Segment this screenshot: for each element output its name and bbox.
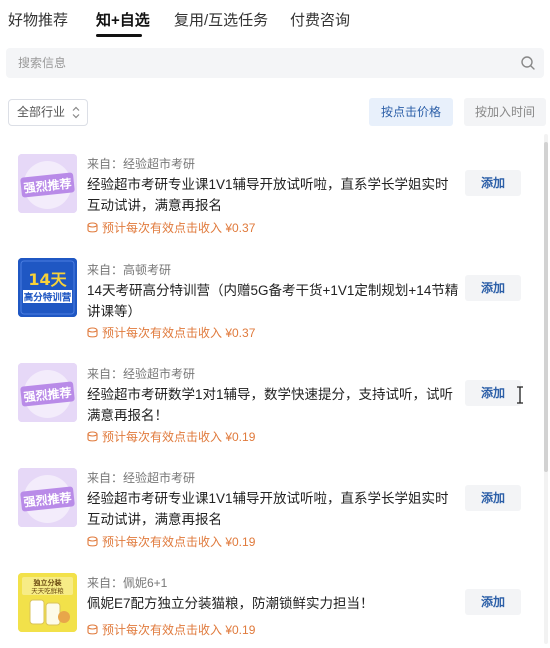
promo-thumbnail: 14天 高分特训营 bbox=[18, 258, 77, 317]
thumb-text-1: 独立分装 bbox=[33, 578, 62, 587]
tab-paid-consulting[interactable]: 付费咨询 bbox=[290, 9, 350, 30]
industry-filter-select[interactable]: 全部行业 bbox=[8, 99, 88, 126]
coin-icon bbox=[87, 327, 98, 338]
sort-by-click-price-button[interactable]: 按点击价格 bbox=[369, 98, 453, 126]
item-title[interactable]: 经验超市考研专业课1V1辅导开放试听啦，直系学长学姐实时互动试讲，满意再报名 bbox=[87, 488, 459, 530]
thumb-text-1: 14天 bbox=[28, 270, 67, 289]
add-button[interactable]: 添加 bbox=[465, 485, 521, 511]
coin-icon bbox=[87, 431, 98, 442]
search-bar bbox=[6, 48, 544, 78]
item-title[interactable]: 14天考研高分特训营（内赠5G备考干货+1V1定制规划+14节精讲课等） bbox=[87, 280, 459, 322]
list-item: 强烈推荐 来自：经验超市考研 经验超市考研专业课1V1辅导开放试听啦，直系学长学… bbox=[0, 148, 540, 248]
tab-zhi-plus-selected[interactable]: 知+自选 bbox=[96, 9, 150, 30]
thumb-text-2: 天天吃鲜粮 bbox=[31, 586, 64, 595]
add-button[interactable]: 添加 bbox=[465, 380, 521, 406]
list-item: 强烈推荐 来自：经验超市考研 经验超市考研数学1对1辅导，数学快速提分，支持试听… bbox=[0, 359, 540, 459]
item-title[interactable]: 佩妮E7配方独立分装猫粮，防潮锁鲜实力担当！ bbox=[87, 593, 459, 614]
item-title[interactable]: 经验超市考研专业课1V1辅导开放试听啦，直系学长学姐实时互动试讲，满意再报名 bbox=[87, 174, 459, 216]
product-thumbnail: 独立分装 天天吃鲜粮 bbox=[18, 573, 77, 632]
item-income: 预计每次有效点击收入 ¥0.19 bbox=[87, 533, 255, 550]
list-item: 14天 高分特训营 来自：高顿考研 14天考研高分特训营（内赠5G备考干货+1V… bbox=[0, 254, 540, 354]
top-tabs: 好物推荐 知+自选 复用/互选任务 付费咨询 bbox=[0, 0, 550, 44]
coin-icon bbox=[87, 222, 98, 233]
item-title[interactable]: 经验超市考研数学1对1辅导，数学快速提分，支持试听，试听满意再报名！ bbox=[87, 384, 459, 426]
item-source: 来自：经验超市考研 bbox=[87, 471, 196, 485]
tab-reuse-mutual-tasks[interactable]: 复用/互选任务 bbox=[174, 9, 268, 30]
promo-thumbnail: 强烈推荐 bbox=[18, 154, 77, 213]
scrollbar-thumb[interactable] bbox=[544, 142, 548, 472]
item-source: 来自：经验超市考研 bbox=[87, 157, 196, 171]
add-button[interactable]: 添加 bbox=[465, 275, 521, 301]
item-source: 来自：佩妮6+1 bbox=[87, 576, 168, 590]
search-icon[interactable] bbox=[520, 55, 536, 71]
promo-thumbnail: 强烈推荐 bbox=[18, 363, 77, 422]
item-income: 预计每次有效点击收入 ¥0.37 bbox=[87, 219, 255, 236]
item-income: 预计每次有效点击收入 ¥0.19 bbox=[87, 621, 255, 638]
tab-recommended-goods[interactable]: 好物推荐 bbox=[8, 9, 68, 30]
item-income-text: 预计每次有效点击收入 ¥0.19 bbox=[102, 623, 256, 637]
industry-filter-label: 全部行业 bbox=[17, 105, 66, 119]
item-income-text: 预计每次有效点击收入 ¥0.37 bbox=[102, 221, 256, 235]
coin-icon bbox=[87, 536, 98, 547]
list-item: 独立分装 天天吃鲜粮 来自：佩妮6+1 佩妮E7配方独立分装猫粮，防潮锁鲜实力担… bbox=[0, 568, 540, 648]
promo-thumbnail: 强烈推荐 bbox=[18, 468, 77, 527]
sort-by-join-time-button[interactable]: 按加入时间 bbox=[464, 98, 546, 126]
coin-icon bbox=[87, 624, 98, 635]
active-tab-indicator bbox=[96, 34, 142, 37]
text-cursor-icon bbox=[517, 386, 523, 404]
item-income: 预计每次有效点击收入 ¥0.19 bbox=[87, 428, 255, 445]
add-button[interactable]: 添加 bbox=[465, 170, 521, 196]
thumb-text-2: 高分特训营 bbox=[24, 292, 72, 304]
add-button[interactable]: 添加 bbox=[465, 589, 521, 615]
item-source: 来自：高顿考研 bbox=[87, 263, 172, 277]
item-income: 预计每次有效点击收入 ¥0.37 bbox=[87, 324, 255, 341]
item-income-text: 预计每次有效点击收入 ¥0.19 bbox=[102, 535, 256, 549]
item-income-text: 预计每次有效点击收入 ¥0.19 bbox=[102, 430, 256, 444]
search-input[interactable] bbox=[6, 48, 544, 78]
chevron-updown-icon bbox=[72, 100, 80, 134]
item-income-text: 预计每次有效点击收入 ¥0.37 bbox=[102, 326, 256, 340]
list-item: 强烈推荐 来自：经验超市考研 经验超市考研专业课1V1辅导开放试听啦，直系学长学… bbox=[0, 464, 540, 564]
item-source: 来自：经验超市考研 bbox=[87, 367, 196, 381]
